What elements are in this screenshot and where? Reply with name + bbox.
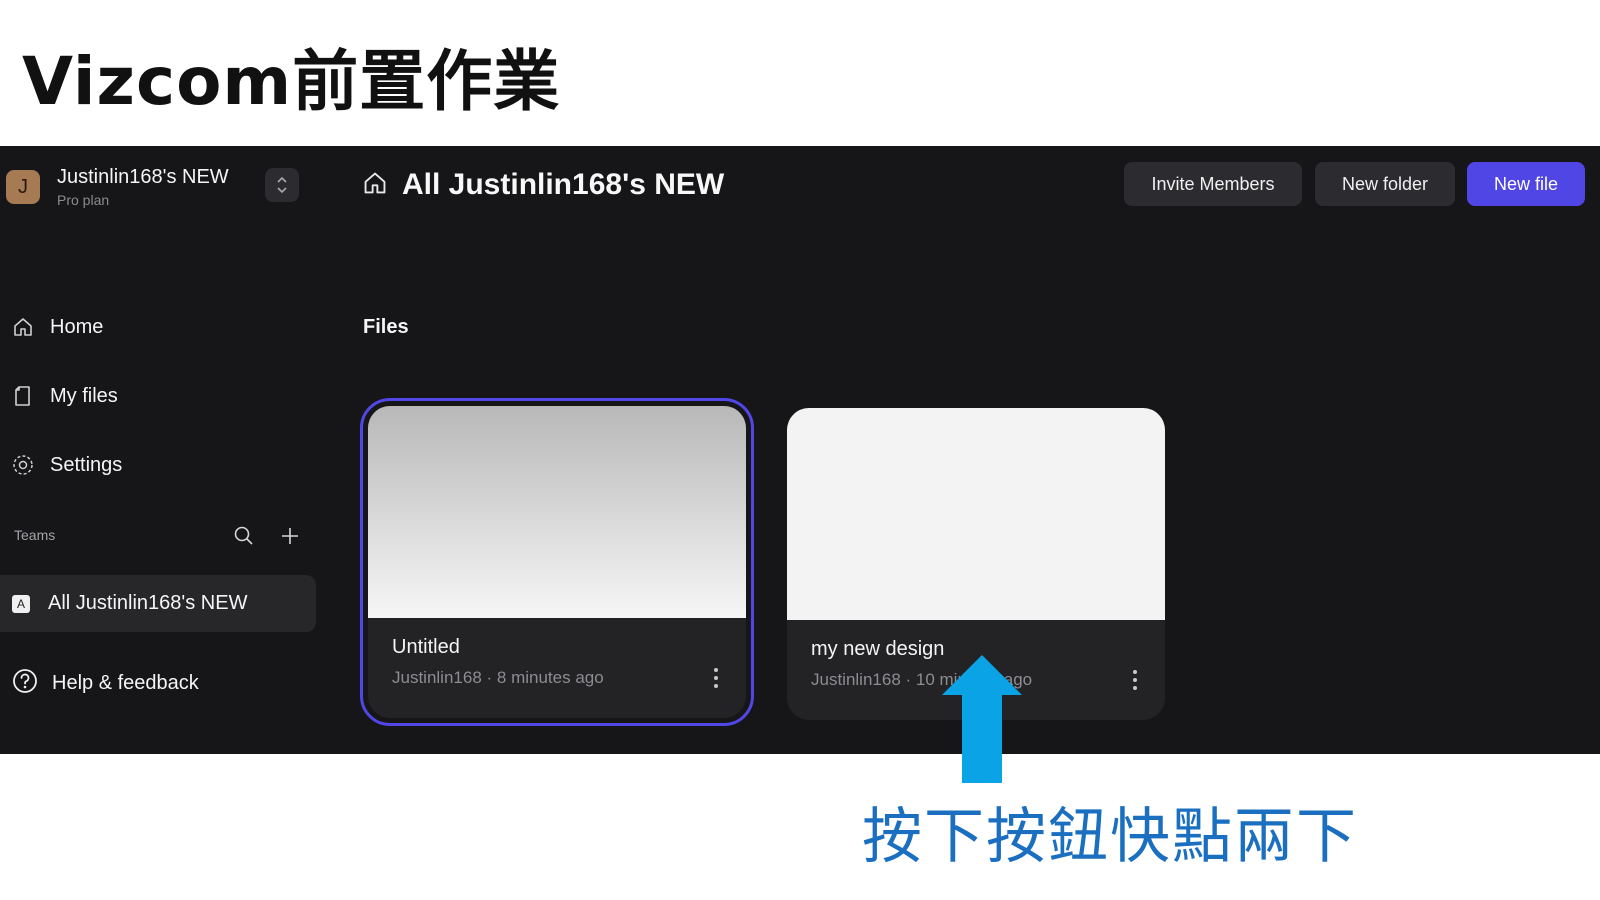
slide-title: Vizcom前置作業 (22, 43, 561, 120)
sidebar-item-label: Home (50, 315, 104, 338)
sidebar-item-settings[interactable]: Settings (10, 447, 122, 483)
page-title: All Justinlin168's NEW (402, 168, 725, 201)
gear-icon (10, 452, 36, 478)
sidebar-item-my-files[interactable]: My files (10, 378, 118, 414)
page-header: All Justinlin168's NEW (362, 168, 724, 202)
file-title: Untitled (392, 636, 460, 658)
team-item[interactable]: A All Justinlin168's NEW (0, 575, 316, 632)
workspace-name: Justinlin168's NEW (57, 166, 229, 188)
more-options-icon[interactable] (706, 664, 726, 692)
sidebar-item-label: My files (50, 384, 118, 407)
search-icon[interactable] (232, 524, 256, 548)
file-thumbnail[interactable] (368, 406, 746, 618)
chevron-up-down-icon[interactable] (265, 168, 299, 202)
vizcom-app-window: J Justinlin168's NEW Pro plan Home My fi… (0, 146, 1600, 754)
workspace-plan: Pro plan (57, 192, 110, 208)
help-label: Help & feedback (52, 672, 199, 694)
new-folder-button[interactable]: New folder (1315, 162, 1455, 206)
team-badge: A (12, 594, 30, 613)
team-name: All Justinlin168's NEW (48, 592, 248, 614)
file-meta: Justinlin168 · 8 minutes ago (392, 668, 604, 687)
files-section-label: Files (363, 316, 409, 338)
annotation-caption: 按下按鈕快點兩下 (862, 802, 1358, 872)
new-file-button[interactable]: New file (1467, 162, 1585, 206)
file-card[interactable]: Untitled Justinlin168 · 8 minutes ago (360, 398, 754, 726)
plus-icon[interactable] (278, 524, 302, 548)
home-icon (10, 314, 36, 340)
file-icon (10, 383, 36, 409)
more-options-icon[interactable] (1125, 666, 1145, 694)
file-thumbnail[interactable] (787, 408, 1165, 620)
teams-label: Teams (14, 527, 56, 543)
file-title: my new design (811, 638, 945, 660)
workspace-switcher[interactable]: J Justinlin168's NEW Pro plan (6, 166, 302, 214)
sidebar-item-label: Settings (50, 453, 123, 476)
teams-header: Teams (14, 524, 310, 548)
invite-members-button[interactable]: Invite Members (1124, 162, 1302, 206)
avatar: J (6, 170, 40, 204)
help-icon (12, 668, 38, 699)
arrow-up-icon (942, 655, 1022, 783)
sidebar-item-home[interactable]: Home (10, 309, 103, 345)
home-icon[interactable] (362, 170, 388, 201)
help-feedback-link[interactable]: Help & feedback (12, 668, 199, 699)
